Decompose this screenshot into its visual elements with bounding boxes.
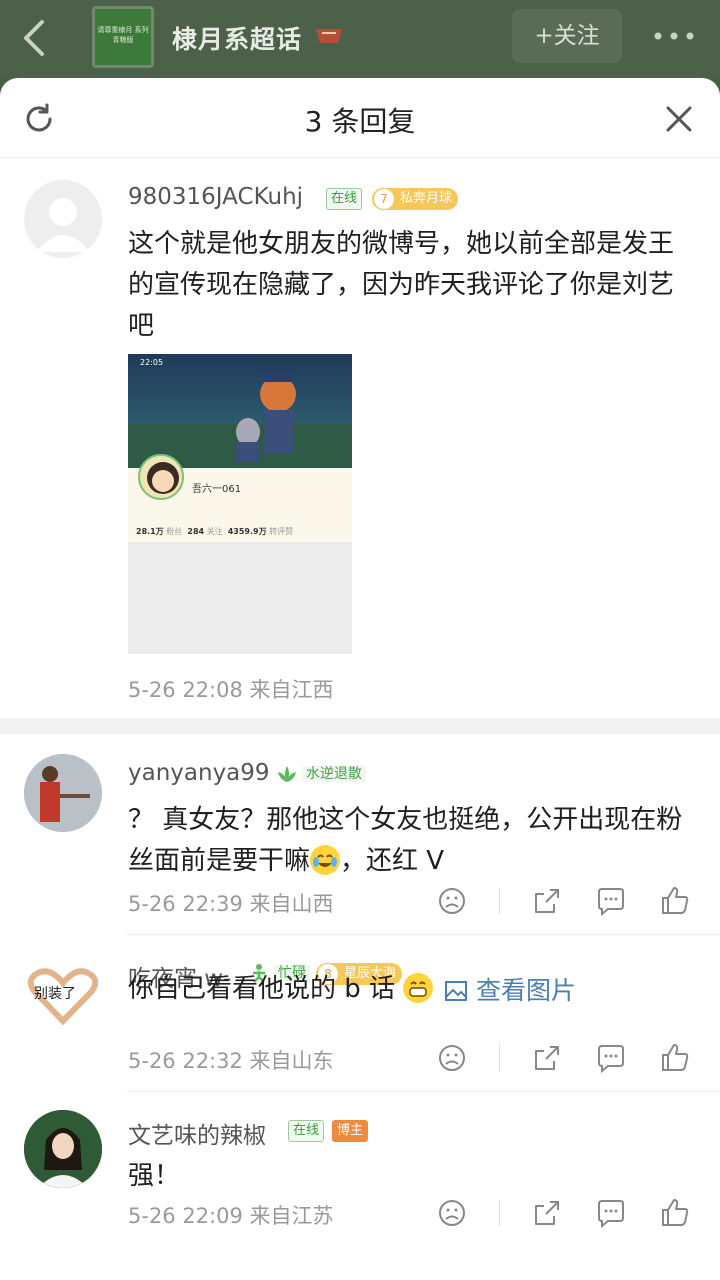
avatar[interactable]: 别装了 [24, 953, 102, 1031]
username[interactable]: 文艺味的辣椒 [128, 1116, 266, 1150]
fan-badge-label: 私奔月球 [400, 191, 453, 206]
username[interactable]: yanyanya99 [128, 760, 270, 786]
comment-actions [405, 884, 692, 918]
stat-following: 284 [187, 527, 205, 536]
image-status-time: 22:05 [140, 358, 164, 367]
stat-followers: 28.1万 [136, 527, 164, 536]
like-icon[interactable] [658, 1041, 692, 1075]
status-badge-label: 水逆退散 [302, 766, 366, 782]
comment-meta: 5-26 22:32 来自山东 [128, 1049, 334, 1073]
avatar[interactable] [24, 754, 102, 832]
host-badge: 博主 [332, 1120, 369, 1142]
comment-text-main: 你自己看看他说的 b 话 [128, 974, 396, 1004]
top-header: 请尊重棣月 系列青粮版 棣月系超话 +关注 [0, 0, 720, 78]
avatar-caption: 别装了 [34, 986, 76, 1002]
fan-level-number: 7 [374, 189, 394, 209]
comment-text: 强！ [128, 1161, 181, 1191]
comment-icon[interactable] [594, 884, 628, 918]
share-icon[interactable] [530, 1041, 564, 1075]
fan-level-badge: 7 私奔月球 [372, 188, 459, 210]
level-badge-icon [316, 29, 342, 43]
comment-meta: 5-26 22:39 来自山西 [128, 892, 334, 916]
view-image-label: 查看图片 [475, 976, 576, 1005]
reply-item: 别装了 吃夜宵 w- 忙碌 8 星辰大海 你自己看看他说的 b 话 查看图片 5… [0, 935, 720, 1091]
avatar[interactable] [24, 1110, 102, 1188]
image-profile-avatar [138, 454, 184, 500]
image-profile-name: 吾六一061 [192, 484, 242, 495]
default-avatar-icon [36, 198, 90, 252]
stat-interactions: 4359.9万 [227, 527, 267, 536]
group-avatar[interactable]: 请尊重棣月 系列青粮版 [92, 6, 154, 68]
reply-item: yanyanya99 水逆退散 ？ 真女友？那他这个女友也挺绝，公开出现在粉丝面… [0, 734, 720, 934]
laughing-crying-emoji-icon [310, 845, 341, 875]
comment-actions [405, 1196, 692, 1230]
stat-interactions-label: 转评赞 [269, 527, 294, 536]
username[interactable]: 980316JACKuhj [128, 184, 303, 210]
status-badge: 水逆退散 [276, 762, 366, 786]
stat-following-label: 关注 [206, 527, 223, 536]
comment-text-row: 你自己看看他说的 b 话 [128, 969, 434, 1010]
group-name[interactable]: 棣月系超话 [172, 20, 302, 56]
main-comment: 980316JACKuhj 在线 7 私奔月球 这个就是他女朋友的微博号，她以前… [0, 78, 720, 718]
back-arrow-icon[interactable] [18, 16, 48, 60]
follow-button[interactable]: +关注 [512, 9, 622, 63]
like-icon[interactable] [658, 884, 692, 918]
section-divider [0, 718, 720, 734]
replies-sheet: 3 条回复 980316JACKuhj 在线 7 私奔月球 这个就是他女朋友的微… [0, 78, 720, 1280]
online-badge: 在线 [288, 1120, 325, 1142]
share-icon[interactable] [530, 1196, 564, 1230]
comment-text: 这个就是他女朋友的微博号，她以前全部是发王的宣传现在隐藏了，因为昨天我评论了你是… [128, 229, 675, 341]
grinning-emoji-icon [403, 973, 434, 1003]
like-icon[interactable] [658, 1196, 692, 1230]
image-icon [445, 981, 467, 1001]
dislike-face-icon[interactable] [435, 884, 469, 918]
avatar[interactable] [24, 180, 102, 258]
comment-icon[interactable] [594, 1041, 628, 1075]
comment-text: ？ 真女友？那他这个女友也挺绝，公开出现在粉丝面前是要干嘛 ，还红 V [128, 800, 688, 882]
cartoon-illustration-icon [128, 372, 352, 468]
comment-image[interactable]: 22:05 吾六一061 28.1万 粉丝 284 关注 4359.9万 转评赞 [128, 354, 352, 654]
dislike-face-icon[interactable] [435, 1041, 469, 1075]
group-avatar-text: 请尊重棣月 系列青粮版 [97, 26, 149, 44]
comment-meta: 5-26 22:08 来自江西 [128, 678, 334, 702]
action-separator [499, 1200, 500, 1226]
action-separator [499, 888, 500, 914]
view-image-link-row[interactable]: 查看图片 [444, 971, 576, 1007]
comment-meta: 5-26 22:09 来自江苏 [128, 1204, 334, 1228]
online-badge: 在线 [326, 188, 363, 210]
action-separator [499, 1045, 500, 1071]
image-banner: 22:05 [128, 354, 352, 468]
share-icon[interactable] [530, 884, 564, 918]
comment-icon[interactable] [594, 1196, 628, 1230]
stat-followers-label: 粉丝 [166, 527, 183, 536]
comment-actions [405, 1041, 692, 1075]
more-icon[interactable] [652, 24, 696, 48]
image-profile-stats: 28.1万 粉丝 284 关注 4359.9万 转评赞 [136, 526, 293, 537]
reply-item: 文艺味的辣椒 在线 博主 强！ 5-26 22:09 来自江苏 [0, 1092, 720, 1262]
lotus-icon [278, 766, 296, 782]
dislike-face-icon[interactable] [435, 1196, 469, 1230]
comment-text-tail: ，还红 V [340, 846, 445, 876]
